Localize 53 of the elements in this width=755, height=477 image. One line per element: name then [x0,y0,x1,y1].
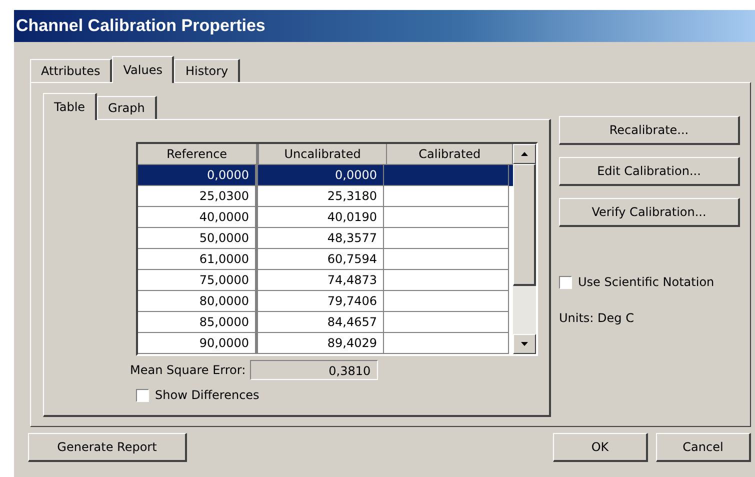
action-button[interactable]: Verify Calibration... [559,198,740,227]
table-row[interactable]: 0,0000 0,0000 [138,165,513,186]
table-cell: 25,0300 [138,186,256,207]
table-row[interactable]: 25,0300 25,3180 [138,186,513,207]
scrollbar[interactable] [513,144,536,354]
tab[interactable]: Attributes [30,59,112,82]
checkbox-label[interactable]: Show Differences [155,388,260,402]
table-row[interactable]: 40,0000 40,0190 [138,207,513,228]
checkbox-label[interactable]: Use Scientific Notation [578,275,714,289]
table-cell: 60,7594 [256,249,384,270]
column-header[interactable]: Calibrated [387,144,513,165]
window-title: Channel Calibration Properties [16,16,266,36]
action-button[interactable]: Recalibrate... [559,116,740,145]
tab[interactable]: Values [112,56,174,83]
column-header[interactable]: Uncalibrated [256,144,388,165]
table-cell: 50,0000 [138,228,256,249]
table-cell: 48,3577 [256,228,384,249]
table-cell: 80,0000 [138,291,256,312]
generate-button[interactable]: Generate Report [28,433,187,462]
table-cell: 0,0000 [256,165,384,186]
scroll-down-icon[interactable] [513,334,536,354]
action-button[interactable]: Edit Calibration... [559,157,740,186]
table-cell: 25,3180 [256,186,384,207]
table-row[interactable]: 85,0000 84,4657 [138,312,513,333]
value-field: 0,3810 [250,360,378,380]
table-cell: 40,0000 [138,207,256,228]
field-label: Mean Square Error: [130,363,246,377]
checkbox[interactable] [559,276,572,288]
table-cell: 85,0000 [138,312,256,333]
tab[interactable]: Graph [97,96,157,119]
table-cell: 90,0000 [138,333,256,354]
tab[interactable]: Table [43,93,98,120]
table-cell: 75,0000 [138,270,256,291]
scroll-up-icon[interactable] [513,144,536,164]
table-cell: 89,4029 [256,333,384,354]
table-cell: 74,4873 [256,270,384,291]
scroll-thumb[interactable] [513,164,536,286]
table-row[interactable]: 75,0000 74,4873 [138,270,513,291]
table-cell: 84,4657 [256,312,384,333]
tab[interactable]: History [174,59,240,82]
dialog-button[interactable]: OK [553,433,648,462]
dialog-button[interactable]: Cancel [656,433,751,462]
table-row[interactable]: 50,0000 48,3577 [138,228,513,249]
table-cell: 0,0000 [138,165,256,186]
units-label: Units: Deg C [559,311,635,325]
table-cell: 61,0000 [138,249,256,270]
table-row[interactable]: 61,0000 60,7594 [138,249,513,270]
table-cell: 40,0190 [256,207,384,228]
table-row[interactable]: 80,0000 79,7406 [138,291,513,312]
column-header[interactable]: Reference [138,144,257,165]
table-cell: 79,7406 [256,291,384,312]
table-row[interactable]: 90,0000 89,4029 [138,333,513,354]
checkbox[interactable] [136,388,149,402]
